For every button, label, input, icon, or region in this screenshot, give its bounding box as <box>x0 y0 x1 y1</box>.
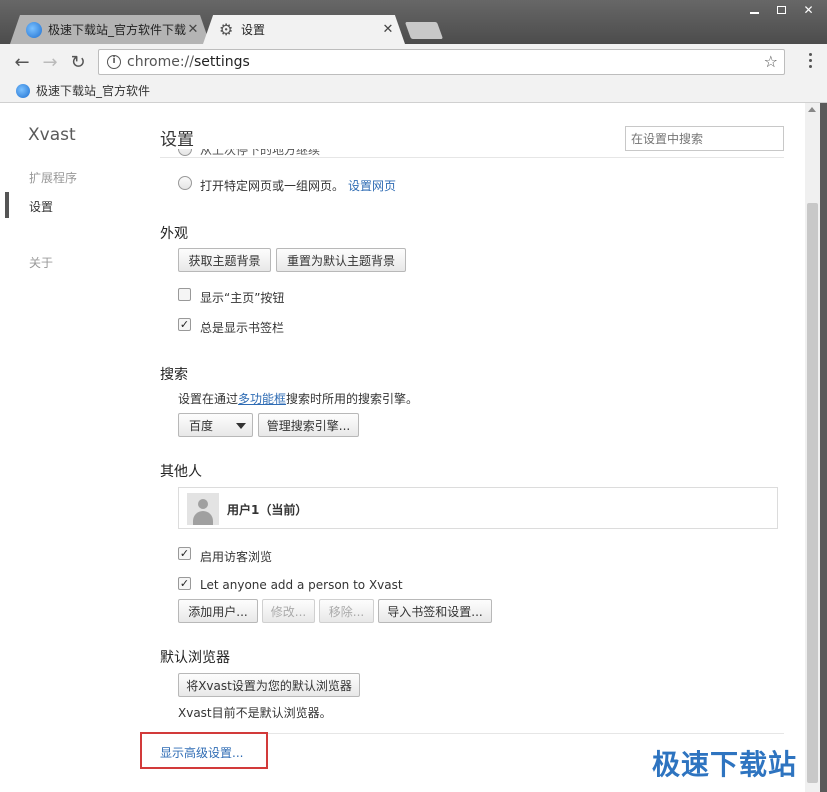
header-divider <box>160 157 784 158</box>
bookmark-item[interactable]: 极速下载站_官方软件 <box>36 82 150 99</box>
user-name[interactable]: 用户1（当前） <box>227 501 307 518</box>
set-pages-link[interactable]: 设置网页 <box>348 177 396 194</box>
desc-text: 设置在通过 <box>178 392 239 406</box>
add-person-checkbox[interactable]: ✓ <box>178 577 191 590</box>
url-text: chrome://settings <box>127 54 250 70</box>
url-path: settings <box>194 54 250 70</box>
startup-option-continue: 从上次停下的地方继续 <box>178 149 378 157</box>
close-window-button[interactable]: ✕ <box>796 2 821 18</box>
tab-title: 设置 <box>241 23 266 37</box>
appearance-heading: 外观 <box>160 226 188 242</box>
open-pages-label: 打开特定网页或一组网页。 <box>200 179 345 193</box>
brand-title: Xvast <box>28 125 76 145</box>
maximize-button[interactable] <box>769 2 794 18</box>
user-list: 用户1（当前） <box>178 487 778 529</box>
browser-toolbar: ← → ↻ i chrome://settings ☆ <box>0 44 827 79</box>
import-bookmarks-button[interactable]: 导入书签和设置... <box>378 599 492 623</box>
scroll-thumb[interactable] <box>807 203 818 783</box>
set-default-browser-button[interactable]: 将Xvast设置为您的默认浏览器 <box>178 673 360 697</box>
search-description: 设置在通过多功能框搜索时所用的搜索引擎。 <box>178 390 418 407</box>
sidebar-item-extensions[interactable]: 扩展程序 <box>29 169 77 186</box>
add-person-label: Let anyone add a person to Xvast <box>200 578 403 592</box>
forward-arrow-icon[interactable]: → <box>38 50 62 74</box>
menu-dots-icon[interactable] <box>809 53 813 68</box>
bookmarks-bar: 极速下载站_官方软件 <box>0 79 827 103</box>
scrollbar[interactable] <box>805 103 820 792</box>
settings-page: Xvast 扩展程序 设置 关于 设置 从上次停下的地方继续 打开特定网页或一组… <box>0 103 827 792</box>
minimize-button[interactable] <box>742 2 767 18</box>
remove-user-button[interactable]: 移除... <box>319 599 374 623</box>
desc-text: 搜索时所用的搜索引擎。 <box>286 392 419 406</box>
title-bar: 极速下载站_官方软件下载 ✕ ⚙ 设置 ✕ ✕ <box>0 0 827 44</box>
radio-button[interactable] <box>178 149 192 156</box>
new-tab-button[interactable] <box>404 22 444 39</box>
default-browser-heading: 默认浏览器 <box>160 650 230 666</box>
info-icon[interactable]: i <box>107 55 121 69</box>
settings-search-input[interactable] <box>625 126 784 151</box>
back-arrow-icon[interactable]: ← <box>10 50 34 74</box>
manage-search-engines-button[interactable]: 管理搜索引擎... <box>258 413 359 437</box>
search-engine-select[interactable]: 百度 <box>178 413 253 437</box>
show-home-label: 显示“主页”按钮 <box>200 291 285 305</box>
get-theme-button[interactable]: 获取主题背景 <box>178 248 271 272</box>
guest-browsing-checkbox[interactable]: ✓ <box>178 547 191 560</box>
gear-icon: ⚙ <box>219 19 234 39</box>
radio-open-pages[interactable] <box>178 176 192 190</box>
site-favicon-icon <box>16 83 30 98</box>
show-bookmarks-label: 总是显示书签栏 <box>200 321 285 335</box>
chevron-down-icon <box>236 423 246 429</box>
add-user-button[interactable]: 添加用户... <box>178 599 258 623</box>
people-heading: 其他人 <box>160 464 202 480</box>
reload-icon[interactable]: ↻ <box>66 50 90 74</box>
highlight-box <box>140 732 268 769</box>
window-controls: ✕ <box>742 2 821 18</box>
scroll-up-icon[interactable] <box>808 107 816 112</box>
guest-browsing-label: 启用访客浏览 <box>200 550 273 564</box>
option-label: 从上次停下的地方继续 <box>200 149 321 157</box>
tab-title: 极速下载站_官方软件下载 <box>48 23 186 37</box>
selected-engine: 百度 <box>189 418 214 433</box>
show-bookmarks-checkbox[interactable]: ✓ <box>178 318 191 331</box>
sidebar: Xvast 扩展程序 设置 关于 <box>0 103 150 792</box>
close-tab-icon[interactable]: ✕ <box>381 22 395 37</box>
edit-user-button[interactable]: 修改... <box>262 599 315 623</box>
tab-settings[interactable]: ⚙ 设置 ✕ <box>203 15 405 44</box>
bookmark-star-icon[interactable]: ☆ <box>764 52 778 71</box>
watermark-logo: 极速下载站 <box>652 748 798 781</box>
reset-theme-button[interactable]: 重置为默认主题背景 <box>276 248 406 272</box>
search-heading: 搜索 <box>160 367 188 383</box>
avatar <box>187 493 219 525</box>
address-bar[interactable]: i chrome://settings ☆ <box>98 49 785 75</box>
url-scheme: chrome:// <box>127 54 194 70</box>
window-frame-edge <box>820 103 827 792</box>
active-indicator <box>5 192 9 218</box>
show-home-checkbox[interactable] <box>178 288 191 301</box>
sidebar-item-about[interactable]: 关于 <box>29 254 53 271</box>
tab-download-site[interactable]: 极速下载站_官方软件下载 ✕ <box>10 15 210 44</box>
default-browser-status: Xvast目前不是默认浏览器。 <box>178 706 332 720</box>
omnibox-link[interactable]: 多功能框 <box>238 392 286 406</box>
site-favicon-icon <box>26 21 42 38</box>
sidebar-item-settings[interactable]: 设置 <box>29 198 53 215</box>
close-tab-icon[interactable]: ✕ <box>186 22 200 37</box>
page-title: 设置 <box>160 130 194 150</box>
